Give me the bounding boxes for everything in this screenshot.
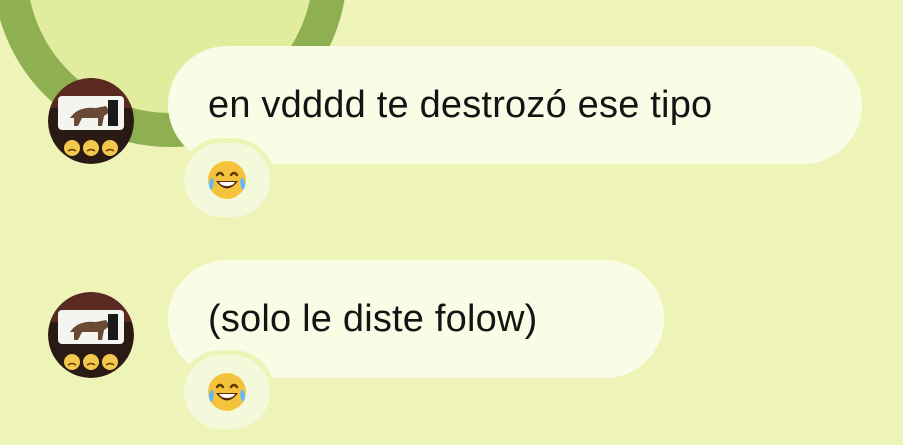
message-bubble[interactable]: en vdddd te destrozó ese tipo [168,46,862,164]
avatar[interactable] [48,292,134,378]
reaction-badge[interactable] [184,355,270,429]
reaction-badge[interactable] [184,143,270,217]
message-text: (solo le diste folow) [208,297,538,340]
joy-emoji-icon [208,373,246,411]
joy-emoji-icon [208,161,246,199]
message-text: en vdddd te destrozó ese tipo [208,83,713,126]
avatar[interactable] [48,78,134,164]
